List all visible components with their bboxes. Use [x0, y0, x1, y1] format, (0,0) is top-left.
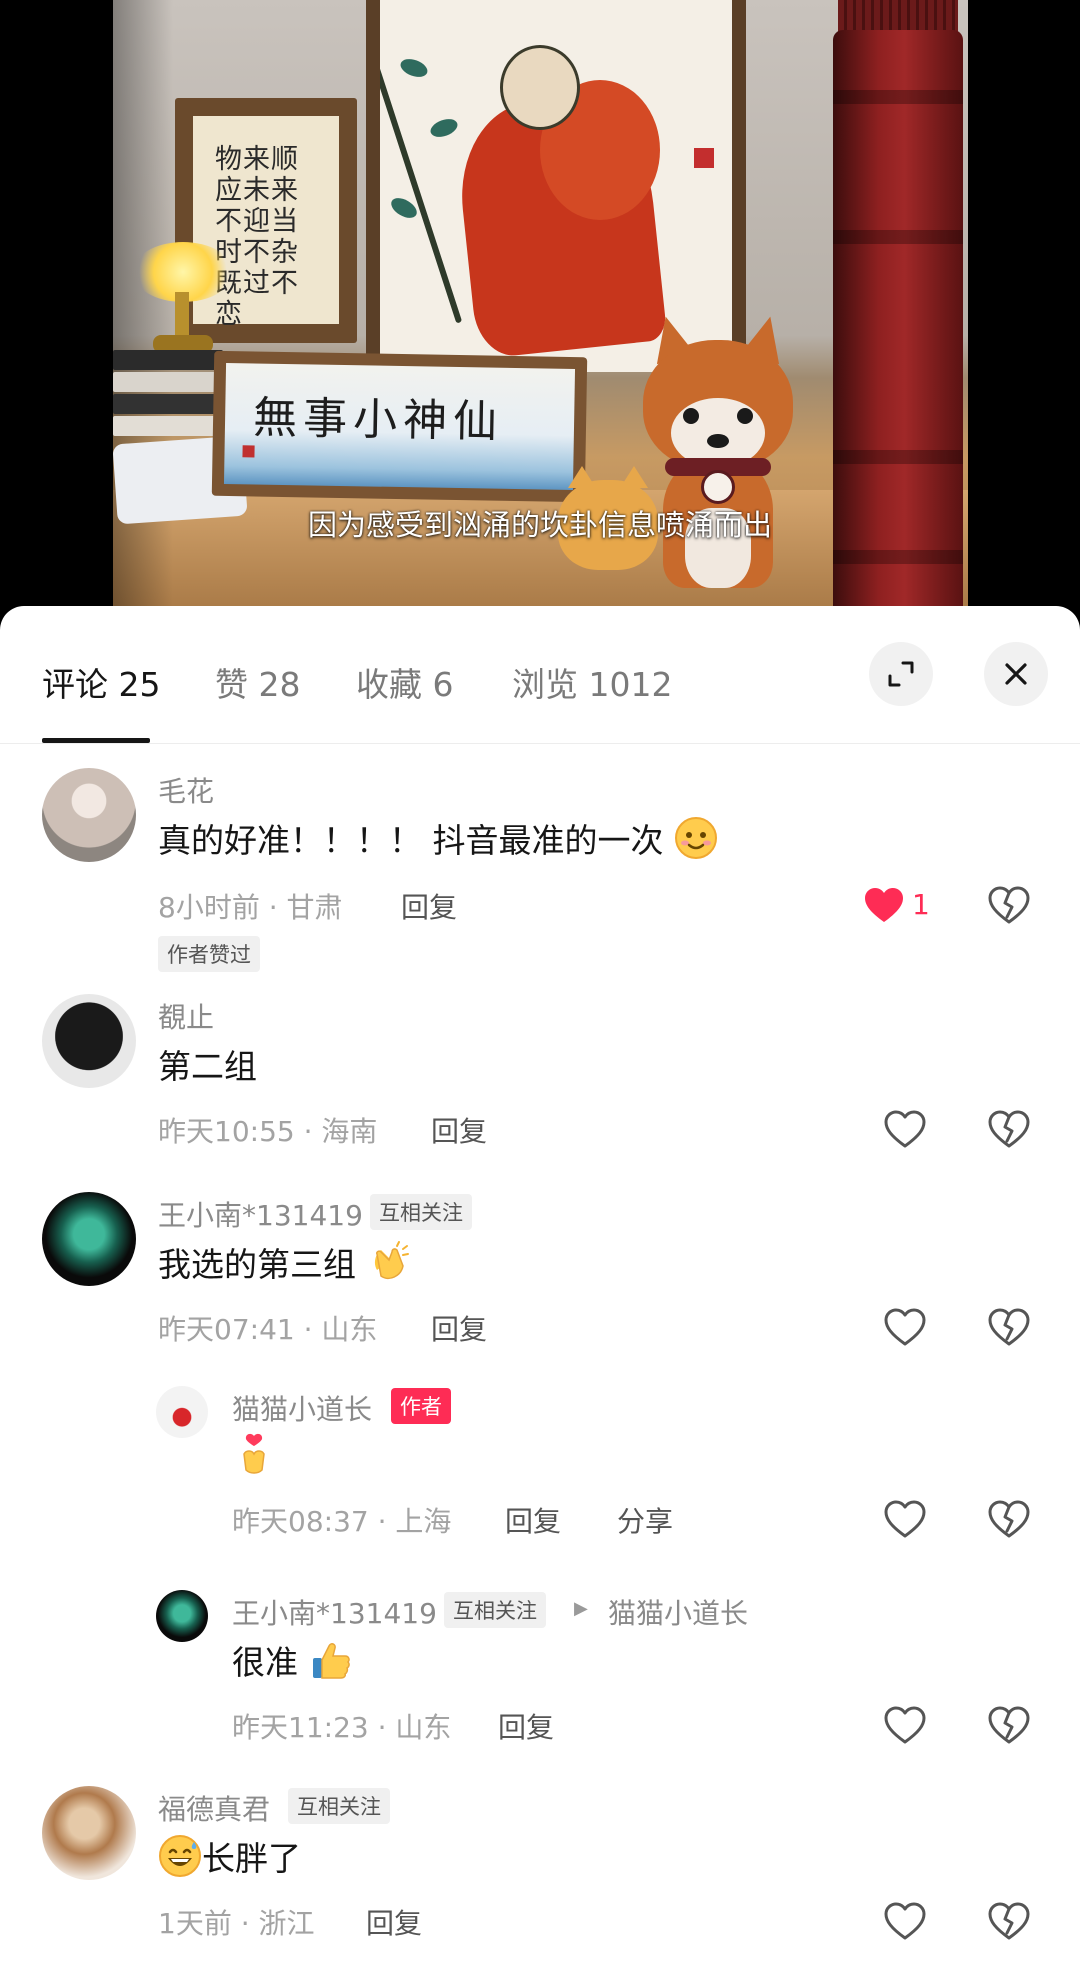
expand-button[interactable] [869, 642, 933, 706]
dislike-heart-icon[interactable] [987, 1900, 1031, 1944]
shiba-figurine [643, 311, 793, 600]
video-player[interactable]: 物来顺应未来不迎当时不杂既过不恋 無事小神仙 因为感受到汹涌的坎卦信息喷涌而出 [0, 0, 1080, 640]
reply-time-location: 昨天11:23 · 山东 [232, 1711, 452, 1744]
like-count: 1 [912, 888, 930, 921]
mutual-follow-badge: 互相关注 [288, 1788, 390, 1824]
reply-button[interactable]: 回复 [431, 1308, 487, 1348]
close-icon [1005, 663, 1027, 685]
thumbs-up-emoji-icon [312, 1643, 350, 1679]
dislike-heart-icon[interactable] [987, 1498, 1031, 1542]
reply-button[interactable]: 回复 [401, 886, 457, 926]
smiling-face-emoji-icon [675, 817, 717, 859]
active-tab-indicator [42, 738, 150, 743]
painting [366, 0, 746, 372]
comment-text: 我选的第三组 [158, 1238, 411, 1286]
reply-text: 很准 [232, 1636, 353, 1684]
avatar[interactable] [42, 1786, 136, 1880]
expand-icon [888, 661, 914, 687]
clapping-hands-emoji-icon [374, 1241, 409, 1280]
author-badge: 作者 [391, 1388, 451, 1424]
reply-username[interactable]: 猫猫小道长 [232, 1388, 372, 1428]
heart-filled-icon[interactable] [862, 884, 906, 928]
heart-outline-icon[interactable] [883, 1108, 927, 1152]
author-liked-tag: 作者赞过 [158, 936, 260, 972]
dislike-heart-icon[interactable] [987, 1704, 1031, 1748]
comment-text: 真的好准！！！！ 抖音最准的一次 [158, 814, 718, 862]
calligraphy-text: 物来顺应未来不迎当时不杂既过不恋 [215, 144, 299, 330]
mutual-follow-badge: 互相关注 [370, 1194, 472, 1230]
tab-bar: 评论 25 赞 28 收藏 6 浏览 1012 [0, 606, 1080, 744]
avatar[interactable] [42, 1192, 136, 1286]
share-button[interactable]: 分享 [617, 1500, 673, 1540]
comment-time-location: 昨天07:41 · 山东 [158, 1313, 378, 1346]
close-button[interactable] [984, 642, 1048, 706]
calligraphy-frame: 物来顺应未来不迎当时不杂既过不恋 [175, 98, 357, 343]
heart-outline-icon[interactable] [883, 1498, 927, 1542]
mutual-follow-badge: 互相关注 [444, 1592, 546, 1628]
heart-outline-icon[interactable] [883, 1306, 927, 1350]
heart-outline-icon[interactable] [883, 1704, 927, 1748]
tab-favorites[interactable]: 收藏 6 [356, 658, 454, 706]
comment-time-location: 8小时前 · 甘肃 [158, 891, 343, 924]
comment-username[interactable]: 覩止 [158, 996, 214, 1036]
comment-username[interactable]: 福德真君 [158, 1788, 270, 1828]
comment-text: 第二组 [158, 1047, 257, 1086]
heart-hands-emoji-icon [243, 1433, 265, 1474]
dislike-heart-icon[interactable] [987, 1108, 1031, 1152]
reply-to-arrow-icon: ▶ [574, 1598, 588, 1619]
avatar[interactable] [42, 994, 136, 1088]
tab-comments[interactable]: 评论 25 [42, 658, 160, 706]
plaque-text: 無事小神仙 [252, 392, 504, 448]
reply-text [232, 1432, 276, 1476]
comment-username[interactable]: 王小南*131419 [158, 1194, 363, 1234]
avatar[interactable] [42, 768, 136, 862]
grinning-sweat-emoji-icon [159, 1835, 201, 1877]
video-subtitle: 因为感受到汹涌的坎卦信息喷涌而出 [307, 508, 772, 542]
reply-button[interactable]: 回复 [505, 1500, 561, 1540]
plaque: 無事小神仙 [211, 350, 588, 503]
tab-likes[interactable]: 赞 28 [215, 658, 300, 706]
comment-text: 长胖了 [158, 1832, 301, 1880]
reply-button[interactable]: 回复 [431, 1110, 487, 1150]
dislike-heart-icon[interactable] [987, 884, 1031, 928]
reply-to-username[interactable]: 猫猫小道长 [608, 1592, 748, 1632]
comment-username[interactable]: 毛花 [158, 770, 214, 810]
comment-time-location: 昨天10:55 · 海南 [158, 1115, 378, 1148]
comments-panel: 评论 25 赞 28 收藏 6 浏览 1012 毛花 真的好准！！！！ 抖音最准… [0, 606, 1080, 1976]
avatar[interactable] [156, 1386, 208, 1438]
reply-button[interactable]: 回复 [366, 1902, 422, 1942]
tab-views[interactable]: 浏览 1012 [512, 658, 672, 706]
heart-outline-icon[interactable] [883, 1900, 927, 1944]
dislike-heart-icon[interactable] [987, 1306, 1031, 1350]
comment-time-location: 1天前 · 浙江 [158, 1907, 315, 1940]
reply-button[interactable]: 回复 [498, 1706, 554, 1746]
reply-username[interactable]: 王小南*131419 [232, 1592, 437, 1632]
reply-time-location: 昨天08:37 · 上海 [232, 1505, 452, 1538]
avatar[interactable] [156, 1590, 208, 1642]
